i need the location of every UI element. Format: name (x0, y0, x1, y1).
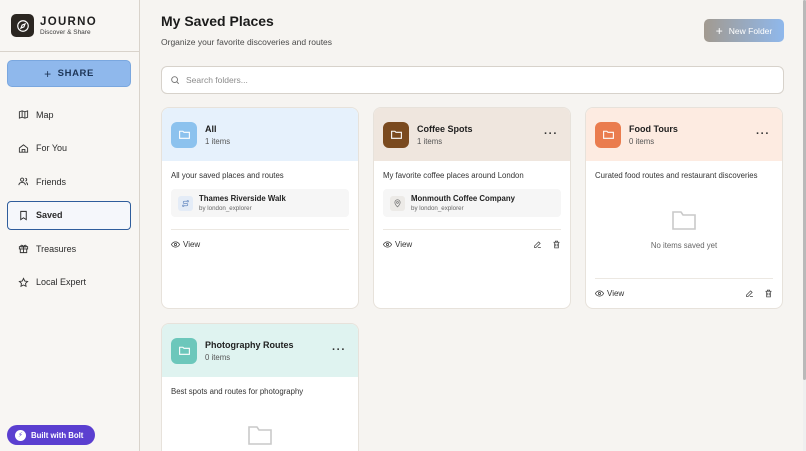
route-icon (178, 195, 193, 211)
plus-icon: + (44, 66, 52, 81)
search-icon (171, 76, 180, 85)
saved-item-title: Monmouth Coffee Company (411, 194, 515, 203)
home-icon (18, 143, 29, 153)
built-with-bolt-badge[interactable]: ⚡ Built with Bolt (7, 425, 95, 445)
folder-card-header: Photography Routes 0 items ··· (162, 324, 358, 377)
folder-name: Food Tours (629, 123, 678, 134)
brand[interactable]: JOURNO Discover & Share (0, 0, 139, 52)
search-bar (161, 66, 784, 94)
search-input[interactable] (186, 75, 766, 85)
folder-description: Best spots and routes for photography (171, 387, 304, 396)
sidebar-item-label: For You (36, 143, 68, 153)
trash-icon[interactable] (764, 289, 773, 298)
sidebar-item-treasures[interactable]: Treasures (7, 234, 131, 263)
view-label: View (607, 289, 625, 298)
folder-count: 0 items (629, 136, 655, 146)
gift-icon (18, 244, 29, 254)
sidebar-item-for-you[interactable]: For You (7, 134, 131, 163)
page-title: My Saved Places (161, 13, 274, 29)
sidebar-item-local-expert[interactable]: Local Expert (7, 268, 131, 297)
eye-icon (595, 290, 604, 297)
sidebar-item-label: Saved (36, 210, 63, 220)
folder-count: 0 items (205, 352, 231, 362)
folder-name: Coffee Spots (417, 123, 473, 134)
map-icon (18, 110, 29, 119)
folder-card-footer: View (171, 229, 349, 259)
folder-icon (383, 121, 409, 148)
saved-item-author: by london_explorer (199, 205, 252, 212)
folder-description: My favorite coffee places around London (383, 171, 524, 180)
map-pin-icon (390, 195, 405, 211)
saved-item[interactable]: Monmouth Coffee Company by london_explor… (383, 189, 561, 217)
sidebar-item-map[interactable]: Map (7, 100, 131, 129)
folder-name: Photography Routes (205, 339, 294, 350)
empty-state-text: No items saved yet (650, 241, 718, 250)
folder-card-food-tours[interactable]: Food Tours 0 items ··· Curated food rout… (585, 107, 783, 309)
sidebar-nav: Map For You Friends Saved Treasures Loca… (7, 100, 131, 301)
sidebar-item-friends[interactable]: Friends (7, 167, 131, 196)
folder-card-all[interactable]: All 1 items All your saved places and ro… (161, 107, 359, 309)
brand-name: JOURNO (40, 15, 98, 28)
saved-item[interactable]: Thames Riverside Walk by london_explorer (171, 189, 349, 217)
folder-icon (171, 121, 197, 148)
folder-card-header: All 1 items (162, 108, 358, 161)
empty-state: No items saved yet (586, 209, 782, 250)
view-button[interactable]: View (595, 289, 624, 298)
new-folder-button[interactable]: + New Folder (704, 19, 784, 42)
folder-count: 1 items (417, 136, 443, 146)
sidebar-item-label: Treasures (36, 243, 77, 254)
view-button[interactable]: View (383, 240, 412, 249)
brand-tagline: Discover & Share (40, 28, 91, 36)
sidebar-item-label: Local Expert (36, 277, 87, 287)
sidebar-item-label: Friends (36, 176, 67, 187)
eye-icon (383, 241, 392, 248)
empty-folder-icon (672, 211, 696, 230)
folder-card-footer: View (383, 229, 561, 259)
view-label: View (395, 240, 413, 249)
eye-icon (171, 241, 180, 248)
share-button[interactable]: + SHARE (7, 60, 131, 87)
bookmark-icon (20, 210, 27, 220)
star-icon (18, 276, 29, 287)
sidebar-item-saved[interactable]: Saved (7, 200, 131, 230)
folder-count: 1 items (205, 136, 231, 146)
folder-description: All your saved places and routes (171, 171, 284, 180)
view-button[interactable]: View (171, 240, 200, 249)
new-folder-label: New Folder (728, 25, 773, 36)
page-subtitle: Organize your favorite discoveries and r… (161, 37, 333, 47)
saved-item-author: by london_explorer (411, 205, 464, 212)
plus-icon: + (715, 23, 723, 38)
sidebar: JOURNO Discover & Share + SHARE Map For … (0, 0, 140, 451)
bolt-badge-label: Built with Bolt (31, 430, 84, 440)
users-icon (18, 177, 29, 186)
trash-icon[interactable] (552, 240, 561, 249)
folder-card-photography-routes[interactable]: Photography Routes 0 items ··· Best spot… (161, 323, 359, 451)
edit-icon[interactable] (745, 289, 754, 298)
folder-card-header: Food Tours 0 items ··· (586, 108, 782, 161)
share-button-label: SHARE (57, 68, 94, 79)
folder-card-header: Coffee Spots 1 items ··· (374, 108, 570, 161)
more-options-icon[interactable]: ··· (332, 344, 346, 356)
folder-name: All (205, 123, 217, 134)
saved-item-title: Thames Riverside Walk (199, 194, 286, 203)
empty-folder-icon (248, 426, 272, 445)
folder-card-coffee-spots[interactable]: Coffee Spots 1 items ··· My favorite cof… (373, 107, 571, 309)
view-label: View (183, 240, 201, 249)
edit-icon[interactable] (533, 240, 542, 249)
folder-icon (171, 337, 197, 364)
bolt-icon: ⚡ (15, 429, 26, 441)
main-content: My Saved Places Organize your favorite d… (141, 0, 806, 451)
folder-card-footer: View (595, 278, 773, 308)
more-options-icon[interactable]: ··· (544, 128, 558, 140)
more-options-icon[interactable]: ··· (756, 128, 770, 140)
folder-description: Curated food routes and restaurant disco… (595, 171, 758, 180)
sidebar-item-label: Map (36, 109, 54, 120)
compass-logo-icon (11, 14, 34, 37)
empty-state (162, 424, 358, 451)
folder-icon (595, 121, 621, 148)
